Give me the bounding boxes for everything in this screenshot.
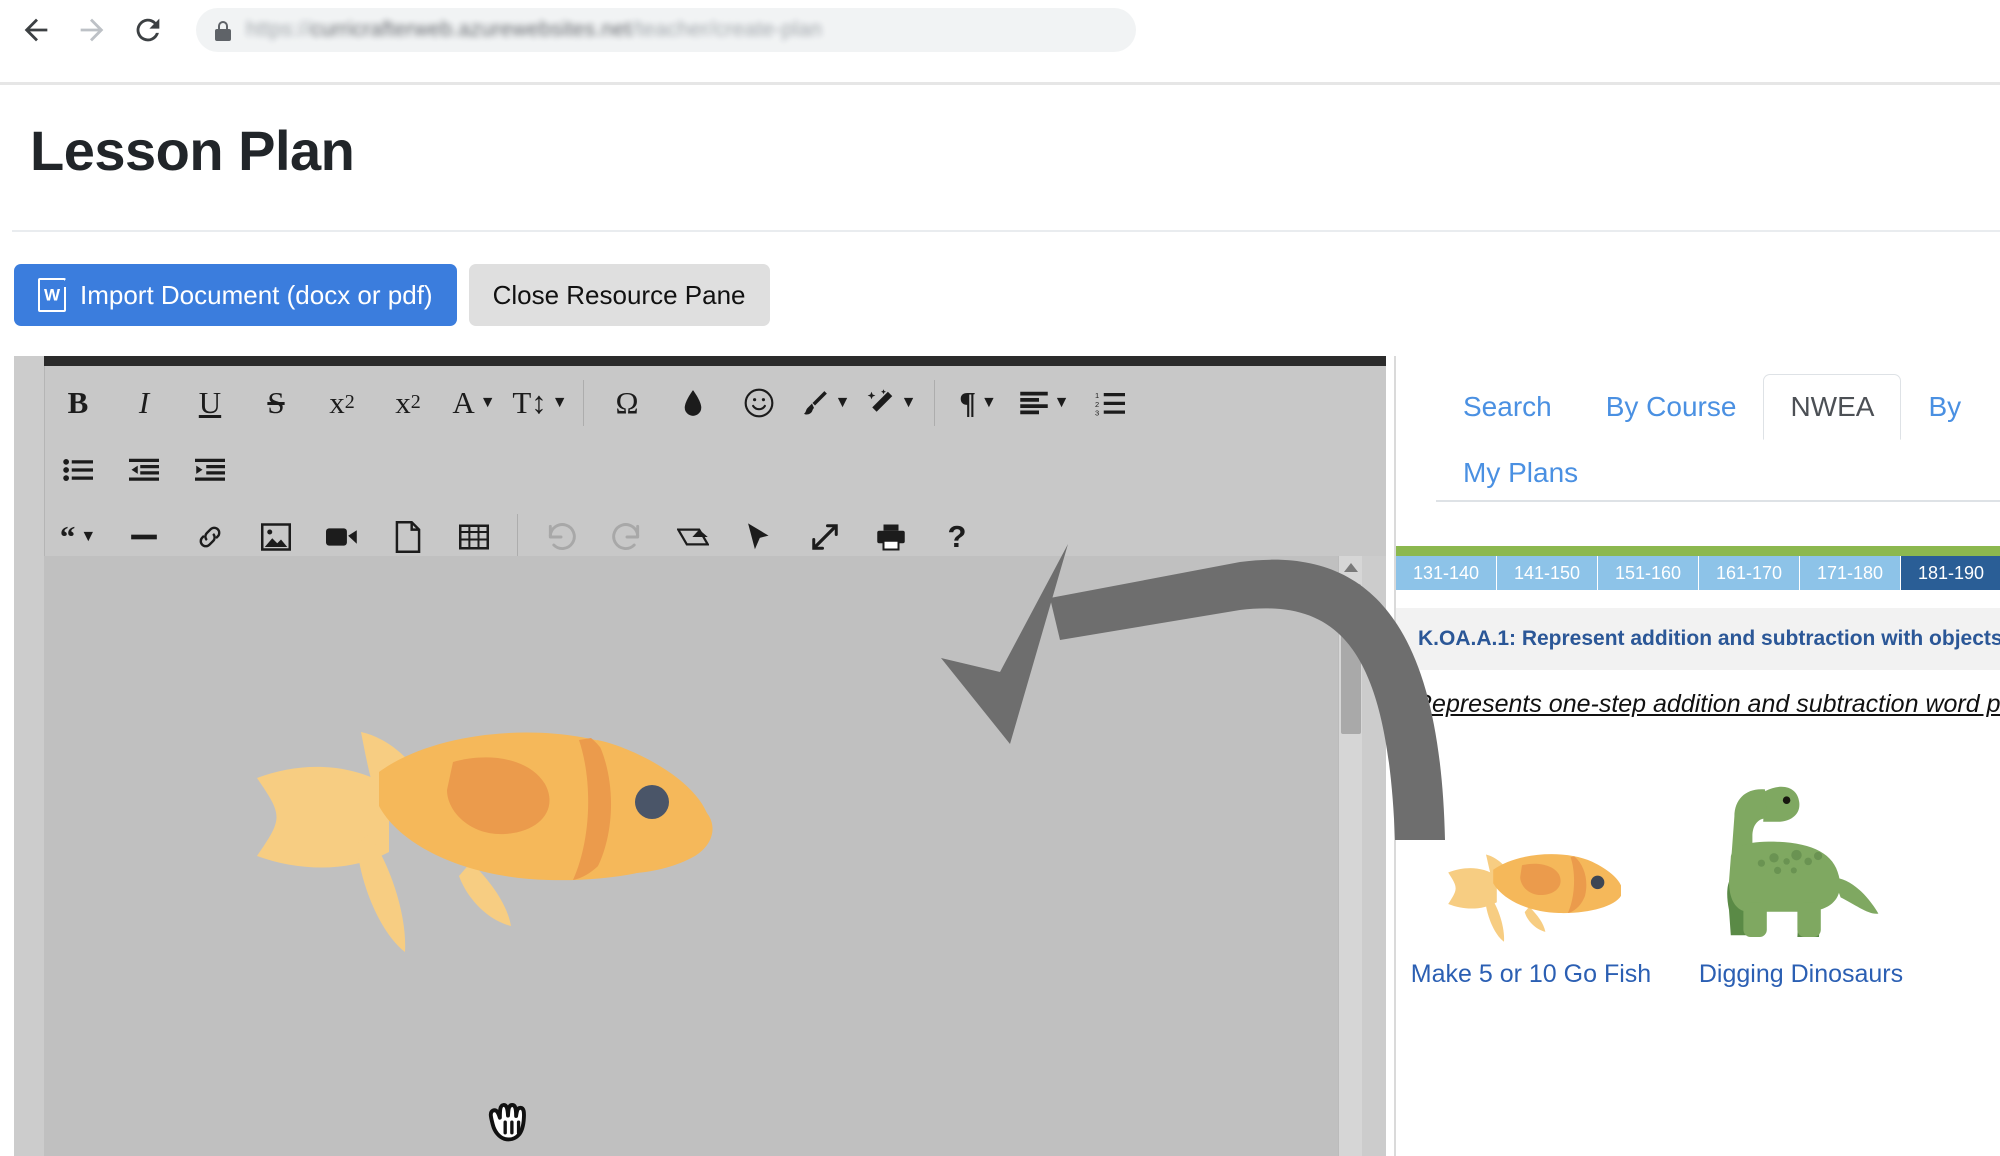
score-band-161-170[interactable]: 161-170 [1699,556,1800,590]
score-band-181-190[interactable]: 181-190 [1901,556,2000,590]
close-resource-pane-label: Close Resource Pane [492,279,746,310]
curved-arrow-annotation [941,544,1445,840]
word-document-icon [38,277,67,312]
link-icon [199,526,221,547]
bullet-list-icon [63,458,93,481]
paragraph-format-button[interactable]: ¶ ▼ [945,373,1011,433]
underline-button[interactable]: U [177,373,243,433]
highlight-color-button[interactable] [660,373,726,433]
ordered-list-button[interactable]: 1 2 3 [1077,373,1143,433]
unordered-list-button[interactable] [45,440,111,500]
tab-my-plans[interactable]: My Plans [1436,440,1605,506]
reload-button[interactable] [120,2,176,58]
browser-toolbar: https://curricrafterweb.azurewebsites.ne… [0,0,2000,60]
resource-thumbnail-list: Make 5 or 10 Go Fish Digging Dinosaurs [1396,756,2000,989]
import-document-label: Import Document (docx or pdf) [80,279,433,310]
score-band-141-150[interactable]: 141-150 [1497,556,1598,590]
tab-by-course[interactable]: By Course [1579,374,1764,440]
standard-text: K.OA.A.1: Represent addition and subtrac… [1418,627,2000,650]
font-color-button[interactable]: A ▼ [441,373,507,433]
magic-wand-icon [867,388,892,412]
undo-icon [548,522,576,550]
video-camera-icon [326,527,357,546]
superscript-button[interactable]: x2 [375,373,441,433]
emoticon-button[interactable] [726,373,792,433]
bold-button[interactable]: B [45,373,111,433]
header-divider [12,230,2000,232]
subscript-button[interactable]: x2 [309,373,375,433]
indent-icon [195,458,225,481]
standard-box: K.OA.A.1: Represent addition and subtrac… [1396,608,2000,670]
tab-nwea[interactable]: NWEA [1763,374,1902,440]
align-left-icon [1019,391,1048,414]
import-document-button[interactable]: Import Document (docx or pdf) [14,264,457,326]
toolbar-separator [934,379,935,426]
score-band-151-160[interactable]: 151-160 [1598,556,1699,590]
address-bar[interactable]: https://curricrafterweb.azurewebsites.ne… [196,8,1136,52]
goldfish-thumbnail [1448,854,1621,942]
url-text: https://curricrafterweb.azurewebsites.ne… [246,18,822,41]
horizontal-rule-icon [131,534,157,539]
align-button[interactable]: ▼ [1011,373,1077,433]
dinosaur-thumbnail [1727,786,1879,937]
tab-by-standard[interactable]: By [1901,374,1988,440]
thumb-art [1711,756,1891,946]
tabs-underline [1436,500,2000,502]
paint-brush-icon [803,390,827,414]
eraser-icon [677,528,709,545]
resource-label-digging-dinosaurs: Digging Dinosaurs [1698,960,1904,988]
thumb-art [1441,756,1621,946]
redo-icon [612,522,640,550]
lock-icon [214,19,232,41]
chrome-divider [0,82,2000,85]
image-icon [261,522,291,551]
table-icon [459,524,489,549]
svg-text:2: 2 [1095,399,1099,408]
score-band-row: 131-140 141-150 151-160 161-170 171-180 … [1396,556,2000,590]
italic-button[interactable]: I [111,373,177,433]
printer-icon [877,524,905,550]
resource-card-digging-dinosaurs[interactable]: Digging Dinosaurs [1666,756,1936,989]
arrow-left-icon [24,18,48,42]
close-resource-pane-button[interactable]: Close Resource Pane [468,264,770,326]
svg-text:3: 3 [1095,408,1099,416]
grabbing-hand-cursor [488,1103,526,1142]
cursor-arrow-icon [748,522,769,549]
outdent-icon [129,458,159,481]
forward-button[interactable] [64,2,120,58]
smiley-icon [744,388,774,417]
font-size-button[interactable]: T↕ ▼ [507,373,573,433]
resource-pane-tabs: Search By Course NWEA By My Plans [1436,374,2000,506]
toolbar-separator [517,513,518,560]
svg-text:1: 1 [1095,391,1099,400]
arrow-right-icon [80,18,104,42]
toolbar-row-1: B I U S x2 x2 A ▼ T↕ ▼ Ω ▼ ▼ ¶ ▼ ▼ 1 2 3 [45,369,1386,436]
resource-label-go-fish: Make 5 or 10 Go Fish [1410,960,1652,988]
special-character-button[interactable]: Ω [594,373,660,433]
back-button[interactable] [8,2,64,58]
toolbar-separator [583,379,584,426]
ordered-list-icon: 1 2 3 [1095,391,1125,416]
reload-icon [136,18,160,42]
clear-format-button[interactable]: ▼ [858,373,924,433]
indent-button[interactable] [177,440,243,500]
outdent-button[interactable] [111,440,177,500]
score-band-171-180[interactable]: 171-180 [1800,556,1901,590]
expand-icon [812,523,838,550]
resource-pane: Search By Course NWEA By My Plans 131-14… [1394,356,2000,1156]
goldfish-illustration[interactable] [239,666,749,956]
strikethrough-button[interactable]: S [243,373,309,433]
tab-search[interactable]: Search [1436,374,1579,440]
action-button-row: Import Document (docx or pdf) Close Reso… [14,264,770,326]
droplet-icon [684,389,702,416]
toolbar-row-2 [45,436,1386,503]
band-strip-accent [1396,546,2000,556]
page-title: Lesson Plan [30,119,355,182]
editor-top-accent-bar [44,356,1386,366]
sub-standard-text: Represents one-step addition and subtrac… [1414,690,2000,718]
editor-toolbar: B I U S x2 x2 A ▼ T↕ ▼ Ω ▼ ▼ ¶ ▼ ▼ 1 2 3… [44,366,1386,560]
paint-format-button[interactable]: ▼ [792,373,858,433]
file-icon [395,520,421,553]
